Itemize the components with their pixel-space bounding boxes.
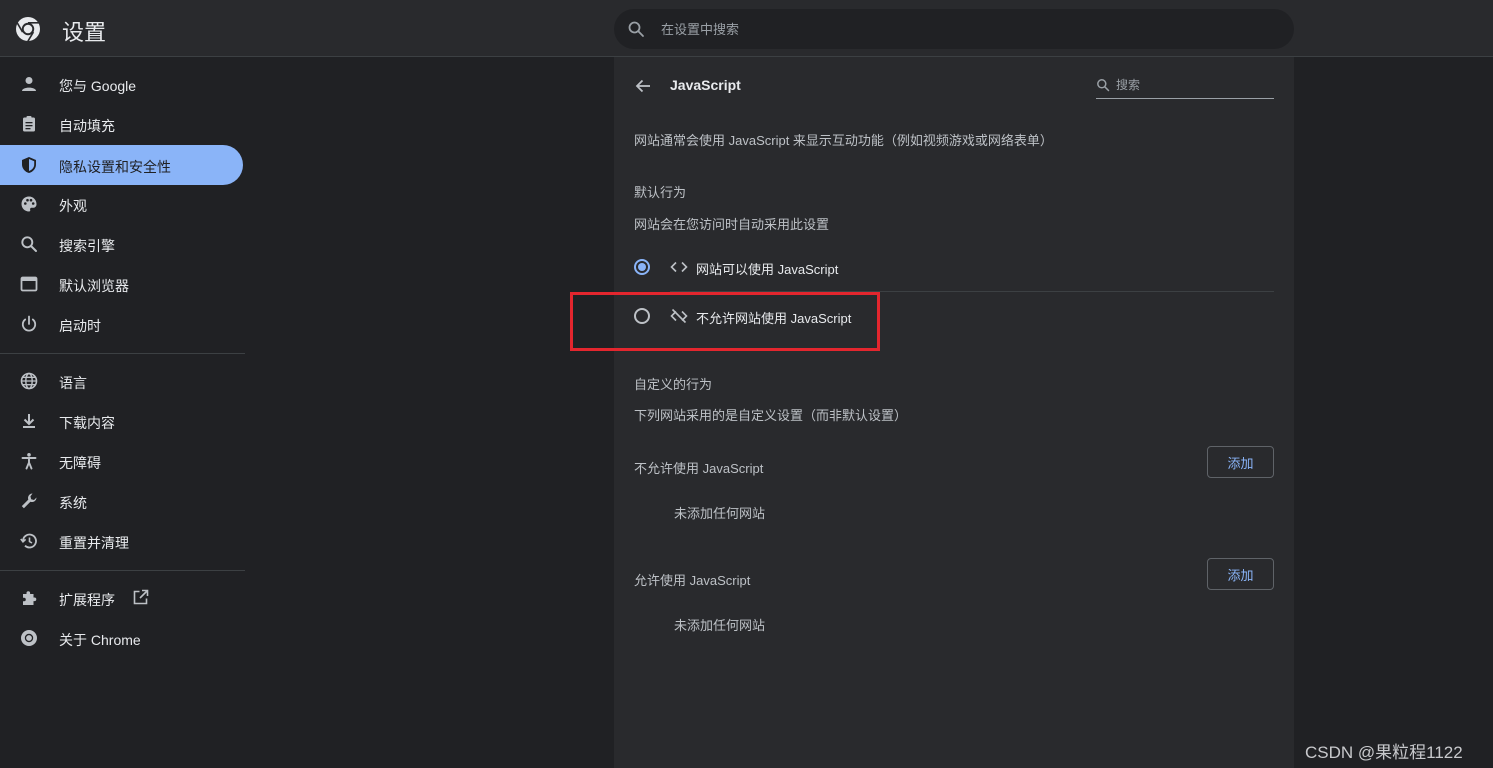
sidebar-item-label: 隐私设置和安全性 — [59, 159, 171, 175]
sidebar: 您与 Google 自动填充 隐私设置和安全性 外观 搜索引擎 默认浏览器 启动… — [0, 57, 245, 768]
clipboard-icon — [23, 116, 35, 132]
browser-icon — [20, 276, 38, 292]
javascript-settings-card: JavaScript 网站通常会使用 JavaScript 来显示互动功能（例如… — [614, 57, 1294, 768]
radio-label: 网站可以使用 JavaScript — [696, 262, 839, 277]
sidebar-item-reset[interactable]: 重置并清理 — [0, 521, 243, 561]
sidebar-item-label: 搜索引擎 — [59, 238, 115, 254]
custom-behavior-heading: 自定义的行为 — [634, 377, 713, 392]
power-icon — [21, 315, 37, 332]
sidebar-item-label: 启动时 — [59, 318, 101, 334]
sidebar-item-extensions[interactable]: 扩展程序 — [0, 578, 243, 618]
shield-icon — [22, 157, 36, 173]
radio-label: 不允许网站使用 JavaScript — [696, 311, 852, 326]
search-icon — [1097, 79, 1110, 92]
blocked-sites-label: 不允许使用 JavaScript — [634, 461, 764, 476]
sidebar-item-label: 语言 — [59, 375, 87, 391]
subpage-search-input[interactable] — [1114, 73, 1272, 97]
subpage-search[interactable] — [1096, 73, 1274, 99]
code-icon — [670, 261, 688, 273]
app-title: 设置 — [62, 20, 107, 45]
custom-behavior-subtext: 下列网站采用的是自定义设置（而非默认设置） — [634, 408, 908, 423]
sidebar-item-downloads[interactable]: 下载内容 — [0, 401, 243, 441]
allowed-sites-empty: 未添加任何网站 — [674, 618, 766, 633]
search-icon — [21, 236, 37, 252]
allowed-sites-label: 允许使用 JavaScript — [634, 573, 751, 588]
chrome-icon — [21, 630, 37, 646]
toolbar: 设置 — [0, 0, 1493, 57]
page-title: JavaScript — [670, 77, 741, 93]
sidebar-item-autofill[interactable]: 自动填充 — [0, 104, 243, 144]
sidebar-item-on-startup[interactable]: 启动时 — [0, 304, 243, 344]
open-in-new-icon — [133, 589, 149, 605]
search-icon — [628, 21, 644, 37]
accessibility-icon — [21, 453, 37, 470]
sidebar-item-label: 外观 — [59, 198, 87, 214]
add-allowed-site-button[interactable]: 添加 — [1207, 558, 1274, 590]
sidebar-divider — [0, 353, 245, 354]
add-blocked-site-button[interactable]: 添加 — [1207, 446, 1274, 478]
person-icon — [22, 77, 36, 91]
puzzle-icon — [23, 591, 37, 605]
chrome-logo-icon — [16, 17, 40, 42]
sidebar-item-label: 系统 — [59, 495, 87, 511]
sidebar-item-system[interactable]: 系统 — [0, 481, 243, 521]
radio-block-javascript[interactable]: 不允许网站使用 JavaScript — [634, 294, 1274, 338]
download-icon — [23, 414, 35, 428]
palette-icon — [21, 196, 37, 212]
sidebar-item-default-browser[interactable]: 默认浏览器 — [0, 264, 243, 304]
sidebar-item-label: 您与 Google — [59, 78, 137, 94]
radio-button-checked[interactable] — [634, 259, 650, 275]
sidebar-item-label: 关于 Chrome — [59, 632, 141, 648]
wrench-icon — [21, 493, 37, 509]
sidebar-item-accessibility[interactable]: 无障碍 — [0, 441, 243, 481]
code-off-icon — [670, 308, 688, 324]
globe-icon — [20, 372, 38, 390]
restore-icon — [20, 533, 37, 549]
default-behavior-heading: 默认行为 — [634, 185, 687, 200]
back-arrow-icon[interactable] — [632, 75, 654, 97]
option-divider — [670, 291, 1274, 292]
radio-button-unchecked[interactable] — [634, 308, 650, 324]
default-behavior-subtext: 网站会在您访问时自动采用此设置 — [634, 217, 830, 232]
sidebar-item-label: 重置并清理 — [59, 535, 129, 551]
sidebar-item-appearance[interactable]: 外观 — [0, 184, 243, 224]
sidebar-item-label: 下载内容 — [59, 415, 115, 431]
sidebar-item-label: 扩展程序 — [59, 592, 115, 608]
radio-allow-javascript[interactable]: 网站可以使用 JavaScript — [634, 245, 1274, 289]
sidebar-divider — [0, 570, 245, 571]
settings-search[interactable] — [614, 9, 1294, 49]
sidebar-item-about-chrome[interactable]: 关于 Chrome — [0, 618, 243, 658]
sidebar-item-label: 默认浏览器 — [59, 278, 129, 294]
sidebar-item-label: 自动填充 — [59, 118, 115, 134]
sidebar-item-languages[interactable]: 语言 — [0, 361, 243, 401]
page-description: 网站通常会使用 JavaScript 来显示互动功能（例如视频游戏或网络表单） — [634, 133, 1053, 148]
settings-search-input[interactable] — [659, 9, 1279, 49]
sidebar-item-label: 无障碍 — [59, 455, 101, 471]
sidebar-item-search-engine[interactable]: 搜索引擎 — [0, 224, 243, 264]
sidebar-item-privacy-security[interactable]: 隐私设置和安全性 — [0, 145, 243, 185]
sidebar-item-you-and-google[interactable]: 您与 Google — [0, 64, 243, 104]
blocked-sites-empty: 未添加任何网站 — [674, 506, 766, 521]
watermark: CSDN @果粒程1122 — [1305, 743, 1463, 762]
